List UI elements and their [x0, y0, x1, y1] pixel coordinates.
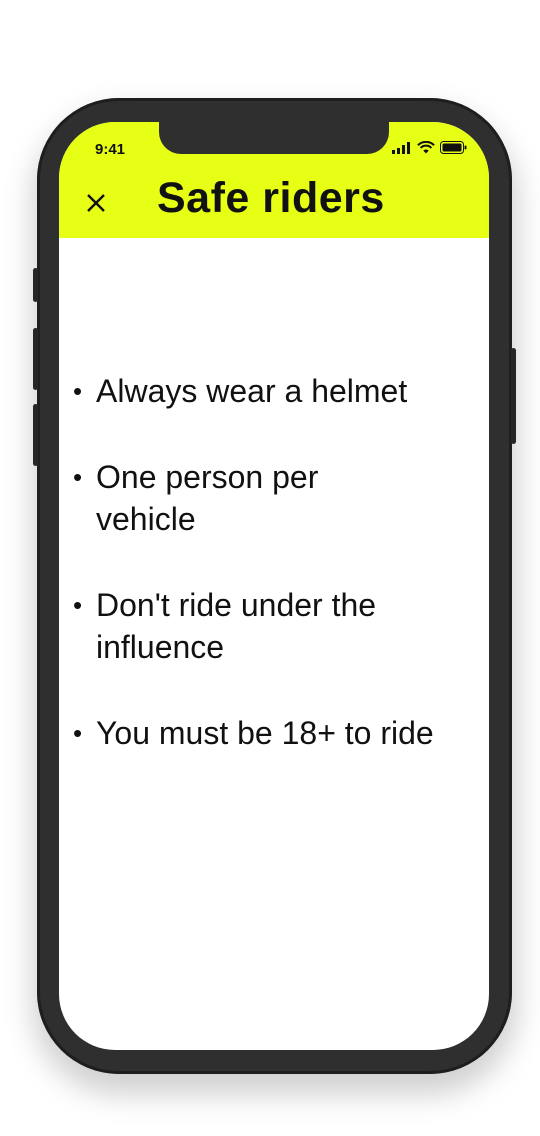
close-icon [87, 194, 105, 212]
bullet-icon: • [73, 718, 83, 748]
device-notch [159, 122, 389, 154]
status-icons [392, 141, 467, 154]
rule-text: One person per vehicle [96, 459, 319, 537]
bullet-icon: • [73, 590, 83, 620]
phone-screen: 9:41 Safe riders • Always wear a helmet … [59, 122, 489, 1050]
rule-text: You must be 18+ to ride [96, 715, 434, 751]
rule-text: Always wear a helmet [96, 373, 408, 409]
bullet-icon: • [73, 376, 83, 406]
wifi-icon [417, 141, 435, 154]
volume-down-button [33, 404, 38, 466]
bullet-icon: • [73, 462, 83, 492]
rule-text: Don't ride under the influence [96, 587, 377, 665]
signal-icon [392, 141, 410, 154]
list-item: • Don't ride under the influence [59, 584, 489, 668]
list-item: • One person per vehicle [59, 456, 489, 540]
page-title: Safe riders [157, 174, 385, 222]
status-time: 9:41 [95, 141, 126, 158]
battery-icon [440, 141, 467, 154]
mockup-stage: 9:41 Safe riders • Always wear a helmet … [0, 0, 540, 1136]
app-header: 9:41 Safe riders [59, 122, 489, 238]
volume-up-button [33, 328, 38, 390]
power-button [511, 348, 516, 444]
list-item: • You must be 18+ to ride [59, 712, 489, 754]
close-button[interactable] [81, 188, 111, 218]
mute-switch [33, 268, 38, 302]
safety-rules-list: • Always wear a helmet • One person per … [59, 370, 489, 798]
list-item: • Always wear a helmet [59, 370, 489, 412]
